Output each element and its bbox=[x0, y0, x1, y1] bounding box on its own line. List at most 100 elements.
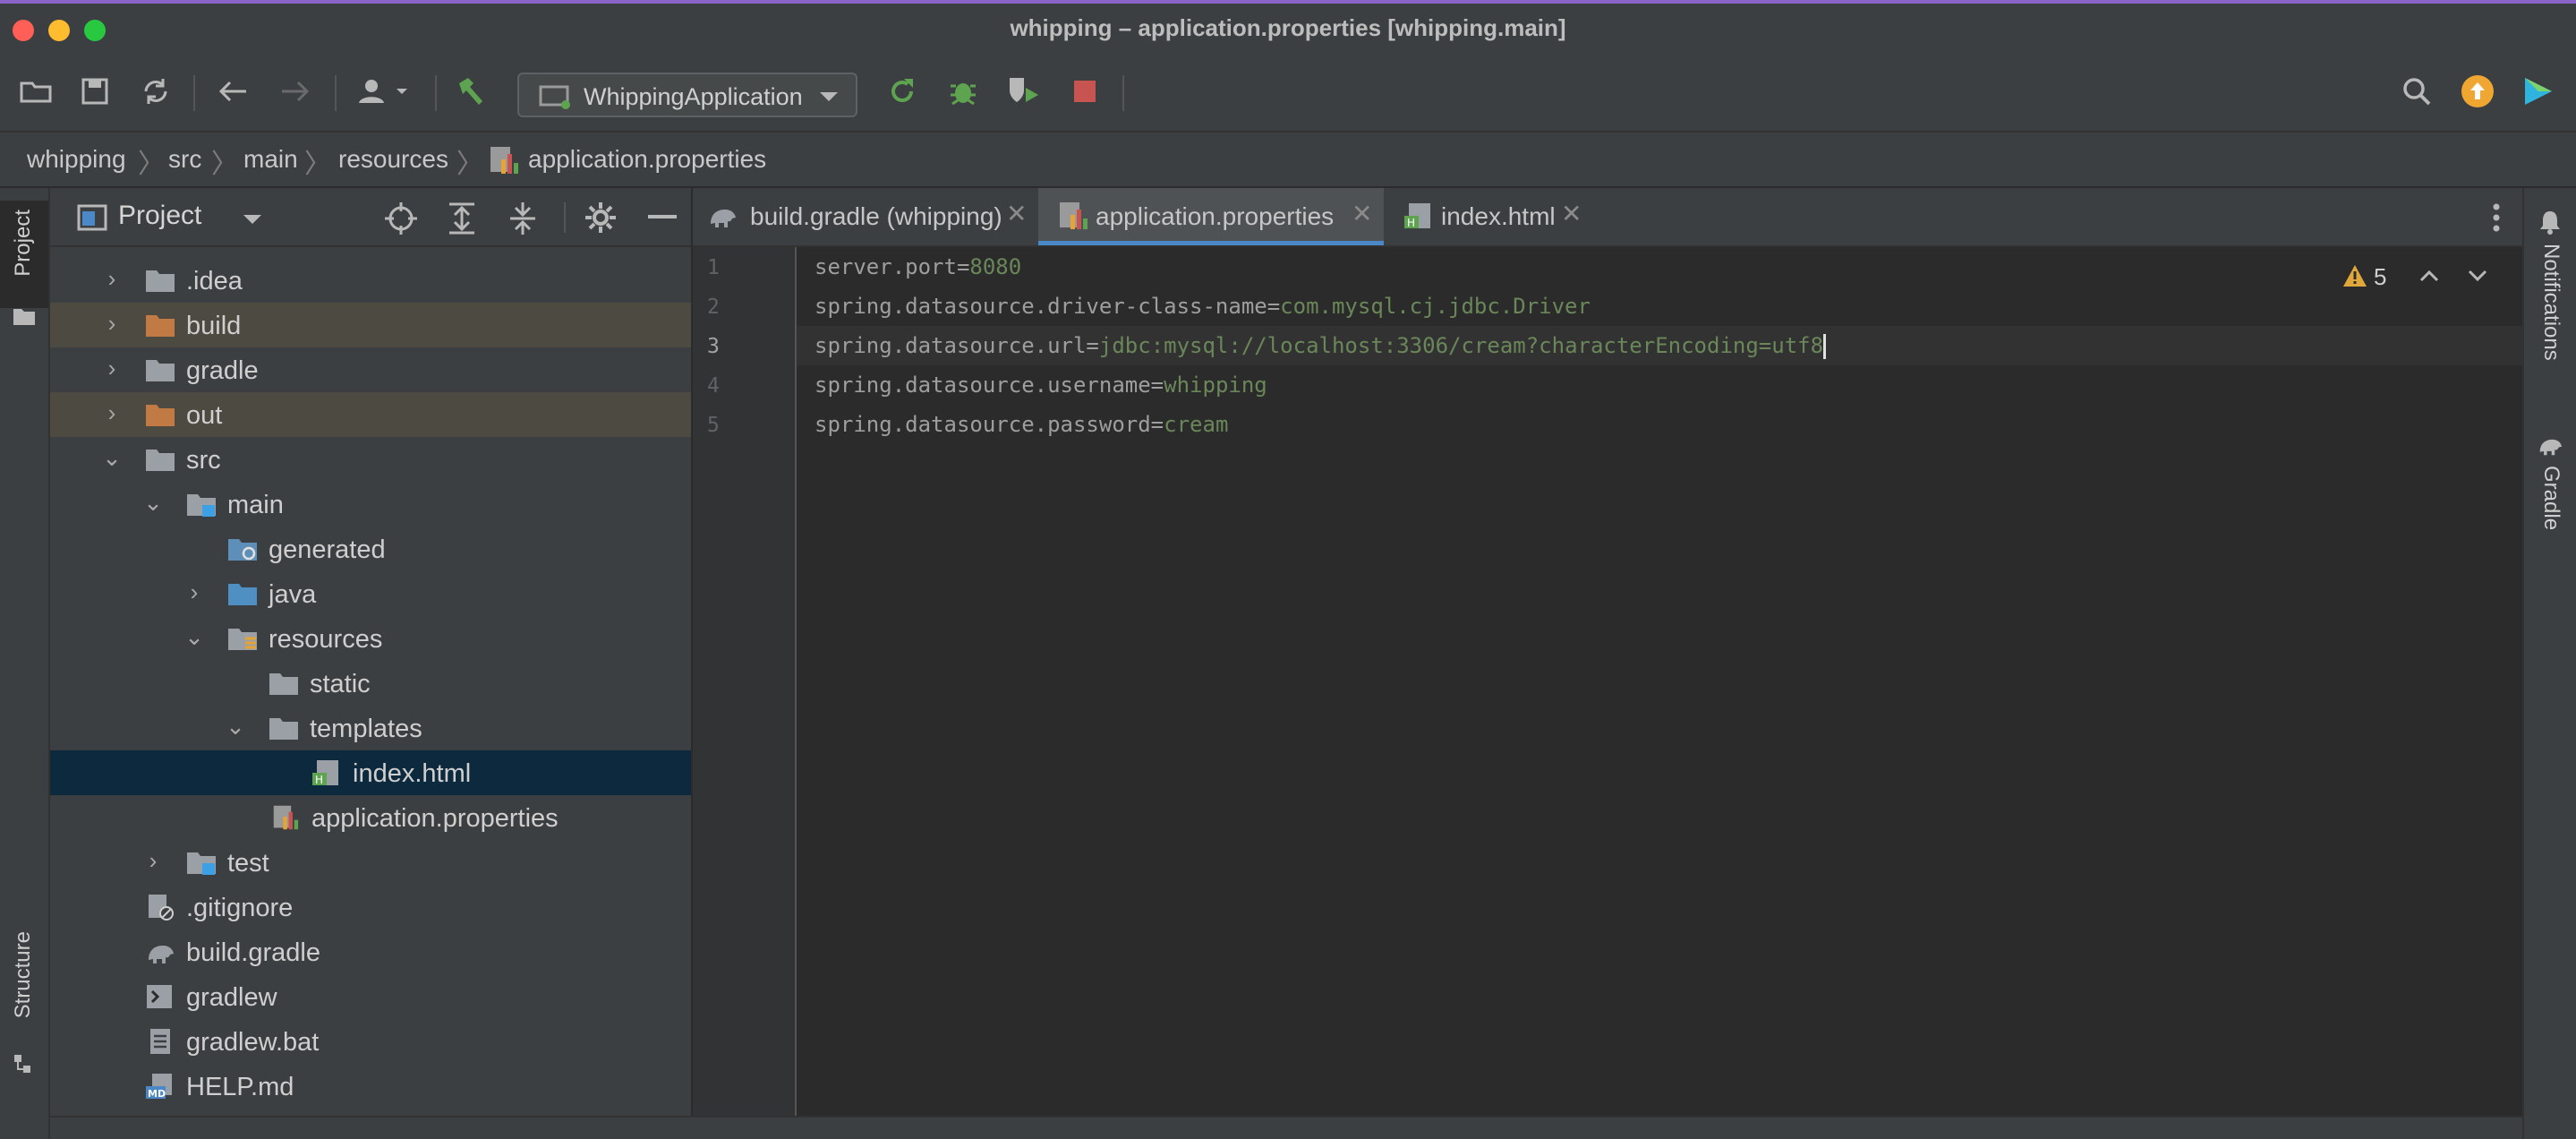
user-icon[interactable] bbox=[354, 73, 417, 109]
coverage-icon[interactable] bbox=[1006, 73, 1042, 109]
properties-file-icon bbox=[1060, 202, 1088, 229]
tree-item-gradlew[interactable]: gradlew bbox=[50, 974, 691, 1019]
project-panel-header: Project bbox=[50, 188, 691, 247]
folder-icon bbox=[13, 309, 35, 325]
expand-all-icon[interactable] bbox=[446, 201, 478, 236]
tree-item-build[interactable]: › build bbox=[50, 303, 691, 347]
previous-highlight-icon[interactable] bbox=[2418, 269, 2440, 283]
forward-icon[interactable] bbox=[277, 73, 313, 109]
markdown-file-icon: MD bbox=[146, 1074, 172, 1100]
tree-item-static[interactable]: static bbox=[50, 661, 691, 706]
ignore-file-icon bbox=[149, 895, 174, 921]
rerun-icon[interactable] bbox=[884, 73, 920, 109]
main-toolbar: WhippingApplication bbox=[0, 56, 2576, 133]
left-tool-strip: Project Structure bbox=[0, 188, 50, 1139]
chevron-right-icon[interactable]: › bbox=[98, 265, 125, 293]
warning-icon bbox=[2343, 265, 2367, 287]
project-panel-title[interactable]: Project bbox=[118, 201, 201, 231]
breadcrumb: whipping 〉 src 〉 main 〉 resources 〉 appl… bbox=[0, 133, 2576, 188]
close-icon[interactable]: ✕ bbox=[1561, 199, 1582, 228]
breadcrumb-item-src[interactable]: src bbox=[168, 145, 201, 174]
close-icon[interactable]: ✕ bbox=[1352, 199, 1372, 228]
next-highlight-icon[interactable] bbox=[2467, 269, 2488, 283]
chevron-right-icon[interactable]: › bbox=[98, 355, 125, 382]
line-number-gutter: 1 2 3 4 5 bbox=[693, 247, 797, 1116]
structure-tool-window-button[interactable]: Structure bbox=[0, 931, 48, 1092]
tree-item-generated[interactable]: generated bbox=[50, 527, 691, 571]
code-line-current[interactable]: spring.datasource.url=jdbc:mysql://local… bbox=[797, 326, 2522, 365]
line-number: 2 bbox=[707, 295, 720, 319]
save-icon[interactable] bbox=[77, 73, 113, 109]
tree-item-build-gradle[interactable]: build.gradle bbox=[50, 929, 691, 974]
tree-item-gradlew-bat[interactable]: gradlew.bat bbox=[50, 1019, 691, 1064]
gear-icon[interactable] bbox=[584, 201, 618, 235]
breadcrumb-item-whipping[interactable]: whipping bbox=[27, 145, 126, 174]
tab-application-properties[interactable]: application.properties ✕ bbox=[1038, 188, 1384, 245]
text-caret bbox=[1823, 334, 1827, 359]
chevron-down-icon[interactable]: ⌄ bbox=[222, 713, 249, 741]
resources-folder-icon bbox=[228, 629, 257, 650]
tree-item-help-md[interactable]: MD HELP.md bbox=[50, 1064, 691, 1109]
folder-icon bbox=[269, 718, 298, 740]
gradle-tool-label: Gradle bbox=[2539, 466, 2563, 531]
folder-icon bbox=[146, 360, 175, 381]
breadcrumb-item-resources[interactable]: resources bbox=[338, 145, 448, 174]
tab-build-gradle[interactable]: build.gradle (whipping) ✕ bbox=[693, 188, 1038, 245]
source-folder-icon bbox=[228, 584, 257, 605]
tree-item-test[interactable]: › test bbox=[50, 840, 691, 885]
tree-item-gradle[interactable]: › gradle bbox=[50, 347, 691, 392]
chevron-right-icon[interactable]: › bbox=[140, 847, 166, 875]
chevron-down-icon[interactable]: ⌄ bbox=[181, 623, 208, 651]
chevron-down-icon[interactable]: ⌄ bbox=[140, 489, 166, 517]
gradle-tool-window-button[interactable]: Gradle bbox=[2524, 433, 2576, 559]
chevron-right-icon[interactable]: › bbox=[98, 399, 125, 427]
tree-item-main[interactable]: ⌄ main bbox=[50, 482, 691, 527]
inspection-widget[interactable]: 5 bbox=[2341, 263, 2503, 290]
tree-item-index-html[interactable]: H index.html bbox=[50, 750, 691, 795]
search-icon[interactable] bbox=[2399, 73, 2435, 109]
code-line[interactable]: spring.datasource.username=whipping bbox=[797, 365, 2522, 405]
title-bar: whipping – application.properties [whipp… bbox=[0, 0, 2576, 56]
tree-item-src[interactable]: ⌄ src bbox=[50, 437, 691, 482]
run-configuration-dropdown[interactable]: WhippingApplication bbox=[517, 73, 857, 117]
chevron-down-icon[interactable] bbox=[242, 213, 263, 226]
text-file-icon bbox=[150, 1029, 170, 1054]
debug-icon[interactable] bbox=[945, 73, 981, 109]
code-line[interactable]: spring.datasource.driver-class-name=com.… bbox=[797, 287, 2522, 326]
tree-item-templates[interactable]: ⌄ templates bbox=[50, 706, 691, 750]
more-options-icon[interactable] bbox=[2492, 202, 2501, 233]
locate-target-icon[interactable] bbox=[383, 201, 419, 236]
update-icon[interactable] bbox=[2460, 73, 2495, 109]
collapse-all-icon[interactable] bbox=[507, 201, 539, 236]
chevron-right-icon[interactable]: › bbox=[181, 578, 208, 606]
stop-icon[interactable] bbox=[1067, 73, 1103, 109]
chevron-down-icon[interactable]: ⌄ bbox=[98, 444, 125, 472]
chevron-right-icon[interactable]: › bbox=[98, 310, 125, 338]
line-number: 1 bbox=[707, 256, 720, 279]
status-bar bbox=[50, 1116, 2522, 1139]
gradle-elephant-icon bbox=[2539, 439, 2562, 456]
close-icon[interactable]: ✕ bbox=[1006, 199, 1027, 228]
tree-item-application-properties[interactable]: application.properties bbox=[50, 795, 691, 840]
code-line[interactable]: spring.datasource.password=cream bbox=[797, 405, 2522, 444]
breadcrumb-item-application-properties[interactable]: application.properties bbox=[528, 145, 766, 174]
sync-icon[interactable] bbox=[138, 73, 174, 109]
build-hammer-icon[interactable] bbox=[453, 73, 489, 109]
tab-index-html[interactable]: H index.html ✕ bbox=[1384, 188, 1590, 245]
hide-panel-icon[interactable] bbox=[648, 215, 677, 220]
project-tool-window-button[interactable]: Project bbox=[0, 201, 48, 325]
tab-label: build.gradle (whipping) bbox=[750, 202, 1002, 230]
tree-item-idea[interactable]: › .idea bbox=[50, 258, 691, 303]
open-folder-icon[interactable] bbox=[18, 73, 54, 109]
code-editor[interactable]: 1 2 3 4 5 server.port=8080 spring.dataso… bbox=[693, 247, 2522, 1116]
tree-item-java[interactable]: › java bbox=[50, 571, 691, 616]
tree-item-out[interactable]: › out bbox=[50, 392, 691, 437]
back-icon[interactable] bbox=[215, 73, 251, 109]
tree-item-gitignore[interactable]: .gitignore bbox=[50, 885, 691, 929]
plugin-icon[interactable] bbox=[2521, 73, 2556, 109]
notifications-tool-window-button[interactable]: Notifications bbox=[2524, 206, 2576, 403]
tree-item-resources[interactable]: ⌄ resources bbox=[50, 616, 691, 661]
properties-file-icon bbox=[273, 805, 299, 830]
breadcrumb-item-main[interactable]: main bbox=[243, 145, 298, 174]
code-line[interactable]: server.port=8080 bbox=[797, 247, 2522, 287]
